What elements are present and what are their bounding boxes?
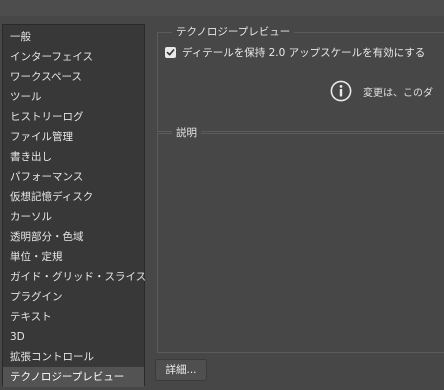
sidebar-item[interactable]: テクノロジープレビュー — [3, 367, 144, 387]
sidebar-item[interactable]: ヒストリーログ — [3, 107, 144, 127]
preserve-details-checkbox-row[interactable]: ディテールを保持 2.0 アップスケールを有効にする — [165, 45, 425, 60]
sidebar-item[interactable]: プラグイン — [3, 287, 144, 307]
window-title-bar — [0, 0, 444, 16]
sidebar-item[interactable]: ツール — [3, 87, 144, 107]
preferences-dialog: 一般 インターフェイス ワークスペース ツール ヒストリーログ ファイル管理 書き出し パフォ… — [0, 16, 444, 390]
sidebar-item[interactable]: 透明部分・色域 — [3, 227, 144, 247]
sidebar-item[interactable]: テキスト — [3, 307, 144, 327]
technology-preview-group-title: テクノロジープレビュー — [172, 25, 295, 39]
preserve-details-checkbox[interactable] — [165, 47, 176, 58]
sidebar-item[interactable]: 一般 — [3, 27, 144, 47]
info-notice-text: 変更は、このダ — [363, 87, 433, 99]
technology-preview-group: テクノロジープレビュー ディテールを保持 2.0 アップスケールを有効にする 変… — [157, 25, 444, 132]
sidebar-item[interactable]: 拡張コントロール — [3, 347, 144, 367]
sidebar-item[interactable]: カーソル — [3, 207, 144, 227]
sidebar-item[interactable]: ガイド・グリッド・スライス — [3, 267, 146, 287]
info-icon — [330, 80, 352, 102]
sidebar-item[interactable]: ワークスペース — [3, 67, 144, 87]
details-button[interactable]: 詳細... — [155, 359, 207, 381]
sidebar-item[interactable]: 書き出し — [3, 147, 144, 167]
info-notice: 変更は、このダ — [330, 80, 433, 102]
sidebar-item[interactable]: インターフェイス — [3, 47, 144, 67]
preferences-sidebar: 一般 インターフェイス ワークスペース ツール ヒストリーログ ファイル管理 書き出し パフォ… — [2, 24, 146, 387]
sidebar-item[interactable]: 単位・定規 — [3, 247, 144, 267]
checkmark-icon — [166, 49, 175, 56]
description-group: 説明 — [157, 126, 444, 353]
preserve-details-checkbox-label: ディテールを保持 2.0 アップスケールを有効にする — [182, 47, 426, 59]
sidebar-item[interactable]: パフォーマンス — [3, 167, 144, 187]
sidebar-item[interactable]: 3D — [3, 327, 144, 347]
sidebar-item[interactable]: 仮想記憶ディスク — [3, 187, 144, 207]
description-group-title: 説明 — [172, 126, 201, 140]
sidebar-item[interactable]: ファイル管理 — [3, 127, 144, 147]
